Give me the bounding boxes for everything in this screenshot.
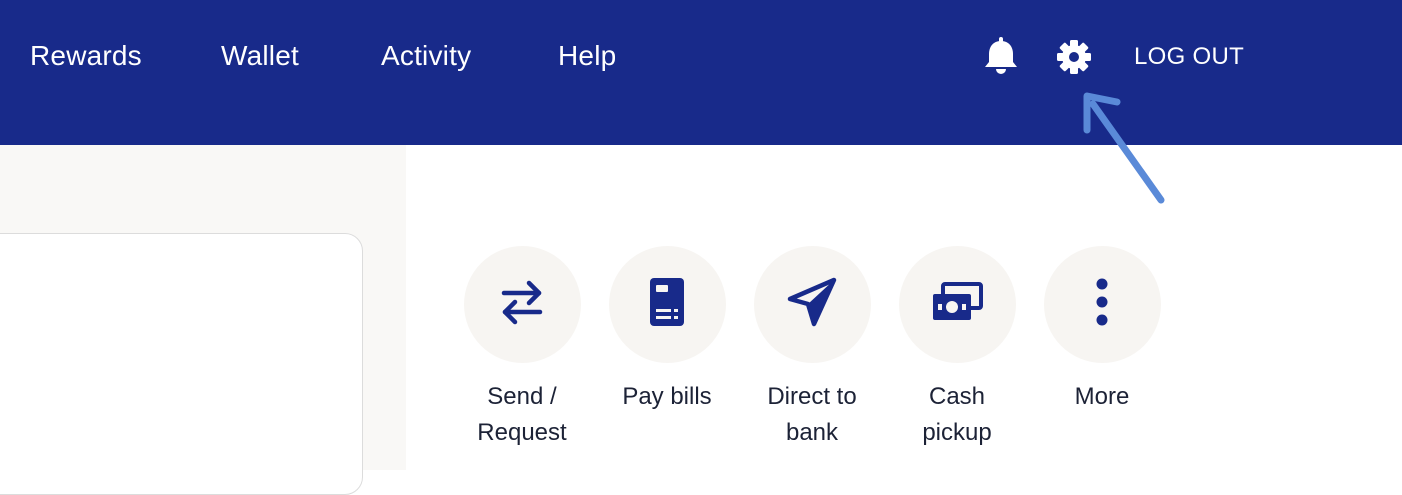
gear-icon[interactable] bbox=[1056, 39, 1092, 80]
cash-icon bbox=[931, 282, 983, 327]
action-label-line1: Direct to bbox=[767, 383, 857, 410]
top-navigation-bar: Rewards Wallet Activity Help LOG OUT bbox=[0, 0, 1402, 145]
nav-help[interactable]: Help bbox=[558, 40, 616, 72]
action-circle bbox=[463, 246, 581, 363]
cash-pickup-button[interactable]: Cash pickup bbox=[887, 246, 1027, 451]
swap-arrows-icon bbox=[500, 278, 544, 331]
action-label-line1: Cash bbox=[928, 383, 986, 410]
pay-bills-button[interactable]: Pay bills bbox=[597, 246, 737, 415]
bell-icon[interactable] bbox=[983, 36, 1019, 81]
direct-to-bank-button[interactable]: Direct to bank bbox=[742, 246, 882, 451]
action-label: Send / Request bbox=[452, 379, 592, 451]
action-label: Cash pickup bbox=[887, 379, 1027, 451]
action-label-line1: More bbox=[1074, 383, 1130, 410]
annotation-arrow bbox=[1083, 92, 1165, 204]
paper-plane-icon bbox=[787, 277, 837, 332]
bill-icon bbox=[649, 277, 685, 332]
more-vertical-icon bbox=[1095, 278, 1109, 331]
action-label: Direct to bank bbox=[742, 379, 882, 451]
more-button[interactable]: More bbox=[1032, 246, 1172, 415]
logout-link[interactable]: LOG OUT bbox=[1134, 43, 1244, 71]
balance-card bbox=[0, 233, 363, 495]
action-label-line1: Pay bills bbox=[622, 383, 712, 410]
action-label: Pay bills bbox=[597, 379, 737, 415]
action-circle bbox=[753, 246, 871, 363]
nav-activity[interactable]: Activity bbox=[381, 40, 471, 72]
nav-wallet[interactable]: Wallet bbox=[221, 40, 299, 72]
send-request-button[interactable]: Send / Request bbox=[452, 246, 592, 451]
action-label-line1: Send / bbox=[487, 383, 557, 410]
action-label: More bbox=[1032, 379, 1172, 415]
action-label-line2: Request bbox=[477, 419, 567, 446]
action-label-line2: pickup bbox=[922, 419, 992, 446]
action-circle bbox=[1043, 246, 1161, 363]
action-circle bbox=[898, 246, 1016, 363]
nav-rewards[interactable]: Rewards bbox=[30, 40, 142, 72]
action-circle bbox=[608, 246, 726, 363]
action-label-line2: bank bbox=[785, 419, 839, 446]
